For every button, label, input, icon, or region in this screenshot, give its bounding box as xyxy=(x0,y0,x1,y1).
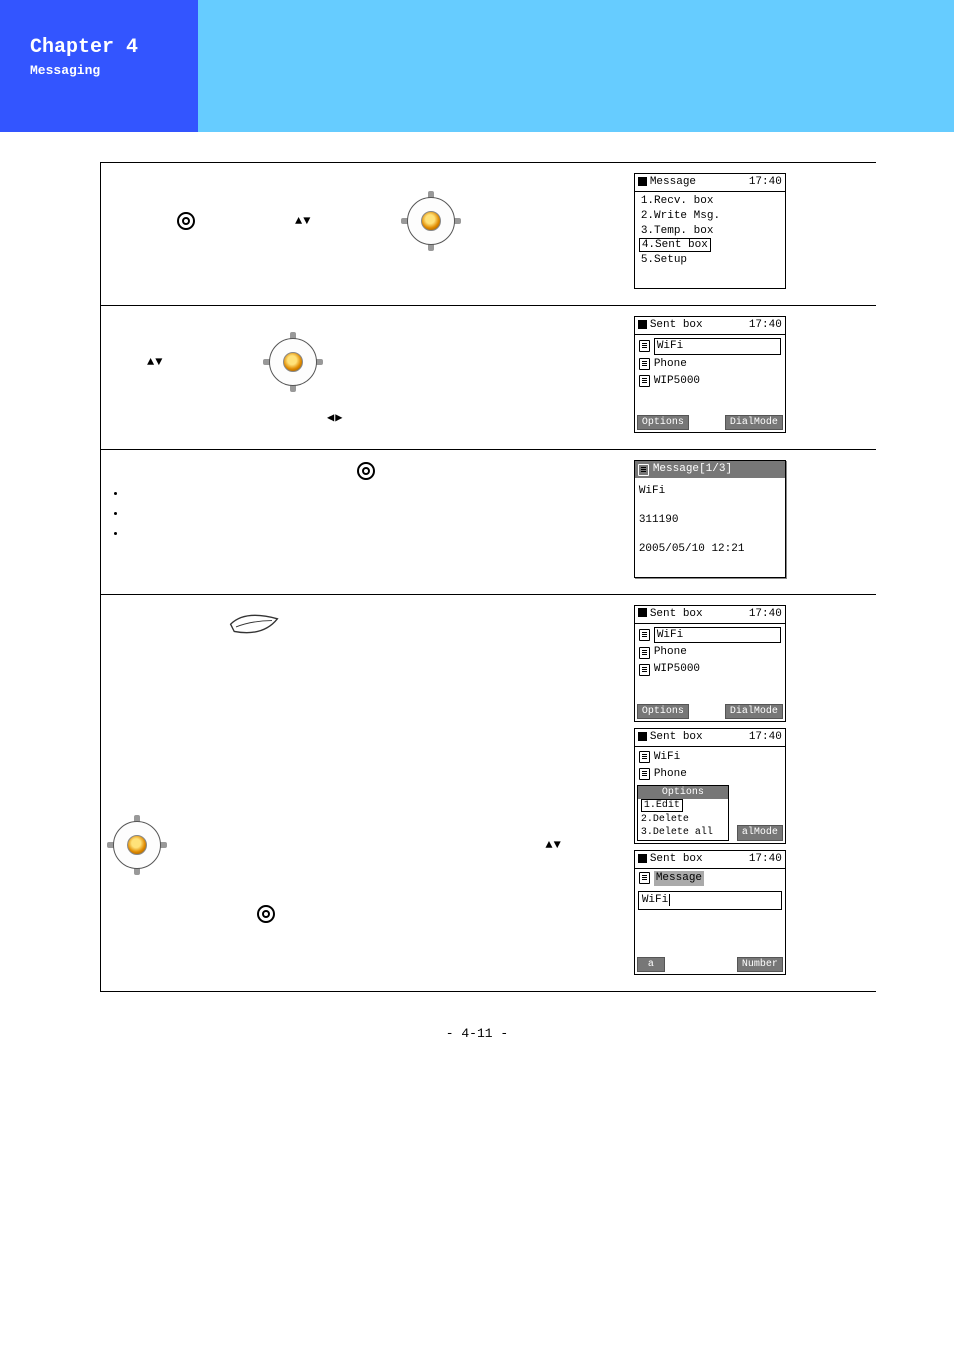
list-item[interactable]: WiFi xyxy=(654,627,781,644)
list-item[interactable]: Phone xyxy=(654,767,687,782)
doc-icon xyxy=(639,358,650,370)
doc-icon xyxy=(639,340,650,352)
menu-item[interactable]: 5.Setup xyxy=(639,253,781,268)
doc-icon xyxy=(638,464,649,476)
screen-message-menu: Message 17:40 1.Recv. box 2.Write Msg. 3… xyxy=(634,173,786,289)
row3-screen: Message[1/3] WiFi 311190 2005/05/10 12:2… xyxy=(628,450,876,594)
row2-screen: Sent box 17:40 WiFi Phone WIP5000 Option… xyxy=(628,306,876,450)
doc-icon xyxy=(639,629,650,641)
dpad-icon xyxy=(107,815,167,875)
softkey-left[interactable]: Options xyxy=(637,415,689,431)
detail-line: 311190 xyxy=(639,513,781,528)
softkey-behind: alMode xyxy=(737,825,783,841)
softkey-left[interactable]: a xyxy=(637,957,665,973)
text-input[interactable]: WiFi xyxy=(638,891,782,910)
softkey-right[interactable]: DialMode xyxy=(725,704,783,720)
screen-title: Sent box xyxy=(650,608,703,620)
screen-title: Sent box xyxy=(650,319,703,331)
chapter-subtitle: Messaging xyxy=(30,63,198,78)
chapter-block: Chapter 4 Messaging xyxy=(0,0,198,132)
doc-icon xyxy=(639,664,650,676)
screen-message-detail: Message[1/3] WiFi 311190 2005/05/10 12:2… xyxy=(634,460,786,577)
screen-time: 17:40 xyxy=(749,852,782,867)
detail-line: WiFi xyxy=(639,484,781,499)
leftright-icon xyxy=(327,411,343,425)
screen-sent-box: Sent box 17:40 WiFi Phone WIP5000 Option… xyxy=(634,605,786,722)
list-item[interactable]: Phone xyxy=(654,645,687,660)
row4-instructions xyxy=(101,594,628,991)
menu-item[interactable]: 1.Recv. box xyxy=(639,194,781,209)
screen-time: 17:40 xyxy=(749,730,782,745)
list-item[interactable]: WIP5000 xyxy=(654,374,700,389)
popup-item[interactable]: 2.Delete xyxy=(638,813,728,827)
row2-instructions xyxy=(101,306,628,450)
softkey-right[interactable]: DialMode xyxy=(725,415,783,431)
screen-time: 17:40 xyxy=(749,607,782,622)
popup-item[interactable]: 3.Delete all xyxy=(638,826,728,840)
doc-icon xyxy=(639,647,650,659)
screen-sent-box: Sent box 17:40 WiFi Phone WIP5000 Option… xyxy=(634,316,786,433)
screen-title: Sent box xyxy=(650,731,703,743)
top-banner: Chapter 4 Messaging xyxy=(0,0,954,132)
row4-screens: Sent box 17:40 WiFi Phone WIP5000 Option… xyxy=(628,594,876,991)
updown-icon xyxy=(545,838,561,852)
updown-icon xyxy=(147,355,163,369)
dpad-icon xyxy=(263,332,323,392)
send-icon xyxy=(227,611,281,641)
options-popup: Options 1.Edit 2.Delete 3.Delete all xyxy=(637,785,729,841)
screen-time: 17:40 xyxy=(749,318,782,333)
bullet-list xyxy=(127,486,622,540)
content-area: Message 17:40 1.Recv. box 2.Write Msg. 3… xyxy=(100,162,876,992)
chapter-title: Chapter 4 xyxy=(30,36,198,59)
target-icon xyxy=(257,905,275,923)
popup-title: Options xyxy=(638,786,728,800)
doc-icon xyxy=(639,375,650,387)
popup-item[interactable]: 1.Edit xyxy=(641,799,683,812)
list-item[interactable]: WiFi xyxy=(654,750,680,765)
softkey-right[interactable]: Number xyxy=(737,957,783,973)
field-label: Message xyxy=(654,871,704,886)
screen-time: 17:40 xyxy=(749,175,782,190)
bullet-item xyxy=(127,486,622,500)
doc-icon xyxy=(639,751,650,763)
bullet-item xyxy=(127,526,622,540)
bullet-item xyxy=(127,506,622,520)
doc-icon xyxy=(639,872,650,884)
softkey-left[interactable]: Options xyxy=(637,704,689,720)
screen-title: Message xyxy=(650,176,696,188)
target-icon xyxy=(357,462,375,480)
screen-edit-message: Sent box 17:40 Message WiFi a Number xyxy=(634,850,786,975)
screen-title: Message[1/3] xyxy=(653,462,732,477)
row1-instructions xyxy=(101,163,628,306)
screen-title: Sent box xyxy=(650,853,703,865)
detail-line: 2005/05/10 12:21 xyxy=(639,542,781,557)
target-icon xyxy=(177,212,195,230)
instruction-table: Message 17:40 1.Recv. box 2.Write Msg. 3… xyxy=(100,162,876,992)
list-item[interactable]: WIP5000 xyxy=(654,662,700,677)
input-value: WiFi xyxy=(642,894,670,906)
menu-item[interactable]: 3.Temp. box xyxy=(639,224,781,239)
list-item[interactable]: Phone xyxy=(654,357,687,372)
updown-icon xyxy=(295,214,311,228)
menu-item-selected[interactable]: 4.Sent box xyxy=(639,238,711,252)
dpad-icon xyxy=(401,191,461,251)
screen-sent-box-options: Sent box 17:40 WiFi Phone Options 1.Edit… xyxy=(634,728,786,844)
list-item[interactable]: WiFi xyxy=(654,338,781,355)
row1-screen: Message 17:40 1.Recv. box 2.Write Msg. 3… xyxy=(628,163,876,306)
menu-item[interactable]: 2.Write Msg. xyxy=(639,209,781,224)
row3-instructions xyxy=(101,450,628,594)
doc-icon xyxy=(639,768,650,780)
page-footer: - 4-11 - xyxy=(0,1026,954,1041)
